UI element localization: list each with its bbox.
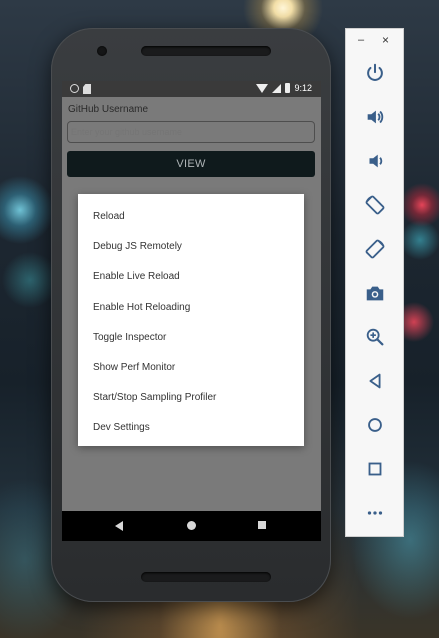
github-username-input[interactable] — [67, 121, 315, 143]
overview-icon[interactable] — [360, 454, 390, 484]
volume-up-icon[interactable] — [360, 102, 390, 132]
close-button[interactable]: × — [382, 33, 389, 47]
android-nav-bar — [62, 511, 321, 541]
dev-menu-item-toggle-inspector[interactable]: Toggle Inspector — [78, 323, 304, 353]
nav-recents-icon[interactable] — [258, 521, 266, 529]
status-time: 9:12 — [294, 83, 312, 93]
dev-menu-item-enable-live-reload[interactable]: Enable Live Reload — [78, 262, 304, 292]
dev-menu-item-debug-js-remotely[interactable]: Debug JS Remotely — [78, 232, 304, 262]
nav-back-icon[interactable] — [115, 521, 123, 531]
sd-card-icon — [83, 84, 91, 94]
notification-icon — [70, 84, 79, 93]
device-screen: 9:12 GitHub Username VIEW Reload Debug J… — [62, 81, 321, 541]
view-button[interactable]: VIEW — [67, 151, 315, 177]
toolbar-window-controls: – × — [346, 29, 403, 51]
front-camera — [97, 46, 107, 56]
back-icon[interactable] — [360, 366, 390, 396]
dev-menu-item-dev-settings[interactable]: Dev Settings — [78, 413, 304, 443]
emulator-toolbar: – × — [345, 28, 404, 537]
rotate-left-icon[interactable] — [360, 190, 390, 220]
minimize-button[interactable]: – — [358, 34, 364, 46]
app-content: GitHub Username VIEW Reload Debug JS Rem… — [62, 97, 321, 511]
cell-signal-icon — [272, 83, 282, 93]
zoom-icon[interactable] — [360, 322, 390, 352]
github-username-label: GitHub Username — [68, 104, 149, 115]
more-icon[interactable] — [360, 498, 390, 528]
volume-down-icon[interactable] — [360, 146, 390, 176]
dev-menu-item-reload[interactable]: Reload — [78, 202, 304, 232]
wifi-icon — [256, 83, 269, 93]
rotate-right-icon[interactable] — [360, 234, 390, 264]
dev-menu-item-show-perf-monitor[interactable]: Show Perf Monitor — [78, 353, 304, 383]
dev-menu-item-sampling-profiler[interactable]: Start/Stop Sampling Profiler — [78, 383, 304, 413]
power-icon[interactable] — [360, 58, 390, 88]
bottom-speaker — [141, 572, 271, 582]
dev-menu-item-enable-hot-reloading[interactable]: Enable Hot Reloading — [78, 293, 304, 323]
status-bar: 9:12 — [62, 81, 321, 97]
home-icon[interactable] — [360, 410, 390, 440]
dev-menu-dialog: Reload Debug JS Remotely Enable Live Rel… — [78, 194, 304, 446]
battery-icon — [285, 83, 291, 93]
top-speaker — [141, 46, 271, 56]
camera-icon[interactable] — [360, 278, 390, 308]
nav-home-icon[interactable] — [187, 521, 196, 530]
